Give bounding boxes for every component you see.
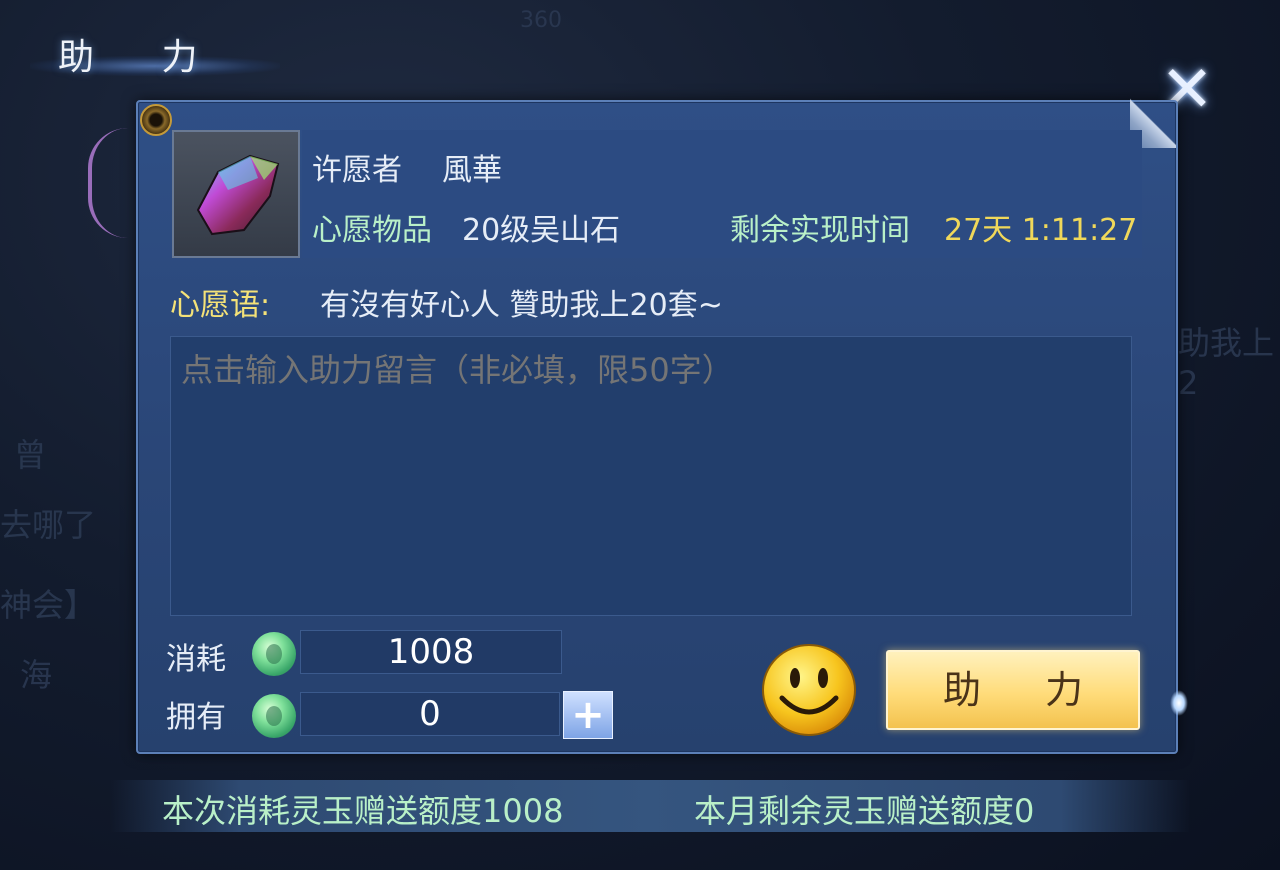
dialog-title: 助 力 xyxy=(58,37,226,78)
pin-decoration xyxy=(140,104,172,136)
sparkle-decoration xyxy=(1170,690,1188,716)
background-text: 助我上2 xyxy=(1178,324,1275,402)
owned-value: 0 xyxy=(300,692,560,736)
wish-words-label: 心愿语: xyxy=(170,288,271,323)
remaining-time-label: 剩余实现时间 xyxy=(730,213,910,248)
background-text: 去哪了 xyxy=(0,506,97,544)
wish-item-label: 心愿物品 xyxy=(312,213,432,248)
wish-item-value: 20级吴山石 xyxy=(462,213,621,248)
wish-item-slot[interactable] xyxy=(172,130,300,258)
owned-label: 拥有 xyxy=(166,700,226,735)
wisher-label: 许愿者 xyxy=(312,153,402,188)
background-text: 神会】 xyxy=(0,586,97,624)
smiley-icon[interactable] xyxy=(760,642,858,738)
background-text: 海 xyxy=(20,656,53,694)
background-text: 360 xyxy=(520,8,562,33)
wish-words-text: 有沒有好心人 贊助我上20套~ xyxy=(320,288,723,323)
gift-this-time: 本次消耗灵玉赠送额度1008 xyxy=(162,792,564,830)
jade-icon xyxy=(252,632,296,676)
gem-icon xyxy=(196,154,280,236)
gift-month-remaining: 本月剩余灵玉赠送额度0 xyxy=(694,792,1035,830)
tassel-decoration xyxy=(88,128,140,238)
message-input[interactable] xyxy=(170,336,1132,616)
background-text: 曾 xyxy=(14,436,47,474)
cost-label: 消耗 xyxy=(166,642,226,677)
remaining-time-value: 27天 1:11:27 xyxy=(944,213,1138,248)
jade-icon xyxy=(252,694,296,738)
wisher-name: 風華 xyxy=(442,153,502,188)
help-button[interactable]: 助 力 xyxy=(886,650,1140,730)
add-jade-button[interactable]: + xyxy=(563,691,613,739)
cost-value: 1008 xyxy=(300,630,562,674)
